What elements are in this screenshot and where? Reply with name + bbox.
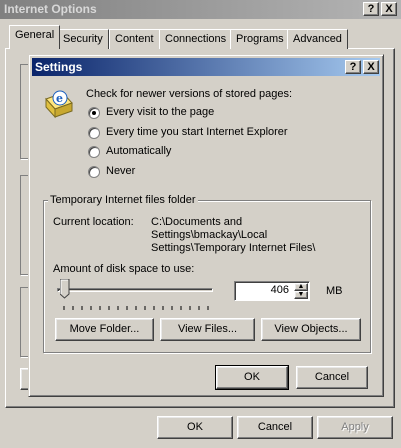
current-location-line-3: Settings\Temporary Internet Files\ [151,242,316,254]
move-folder-button[interactable]: Move Folder... [55,318,154,341]
ie-page-icon: e [43,89,75,119]
current-location-line-2: Settings\bmackay\Local [151,229,268,241]
tab-security[interactable]: Security [57,29,109,49]
settings-dialog: Settings ? X e Check for newer versions … [28,54,384,397]
settings-title: Settings [35,60,83,74]
spin-up-button[interactable]: ▲ [294,283,308,291]
spin-down-button[interactable]: ▼ [294,291,308,299]
outer-ok-button[interactable]: OK [157,416,233,439]
outer-cancel-button[interactable]: Cancel [237,416,313,439]
radio-every-visit-label: Every visit to the page [106,106,215,118]
svg-text:e: e [56,92,63,105]
settings-titlebar: Settings [32,58,380,76]
radio-every-start-label: Every time you start Internet Explorer [106,126,288,138]
current-location-label: Current location: [53,216,134,228]
internet-options-titlebar: Internet Options [0,0,401,19]
disk-space-slider-thumb[interactable] [59,278,70,299]
help-button[interactable]: ? [363,2,379,16]
tab-advanced[interactable]: Advanced [287,29,348,49]
radio-never-label: Never [106,165,136,177]
disk-space-slider-ticks [59,302,211,310]
close-button[interactable]: X [381,2,397,16]
settings-cancel-button[interactable]: Cancel [296,366,368,389]
window-title: Internet Options [4,2,97,16]
settings-close-button[interactable]: X [363,60,379,74]
disk-space-input[interactable]: 406 ▲ ▼ [234,281,310,301]
tab-connections[interactable]: Connections [159,29,233,49]
check-prompt: Check for newer versions of stored pages… [86,88,293,100]
tab-programs[interactable]: Programs [230,29,290,49]
temp-files-group-label: Temporary Internet files folder [48,194,198,206]
tab-content[interactable]: Content [109,29,160,49]
radio-every-start[interactable] [88,127,100,139]
apply-button: Apply [317,416,393,439]
radio-never[interactable] [88,166,100,178]
radio-automatically[interactable] [88,146,100,158]
current-location-line-1: C:\Documents and [151,216,243,228]
disk-space-unit: MB [326,285,343,297]
view-files-button[interactable]: View Files... [160,318,255,341]
disk-space-label: Amount of disk space to use: [53,263,195,275]
view-objects-button[interactable]: View Objects... [261,318,361,341]
radio-every-visit[interactable] [88,107,100,119]
settings-ok-button[interactable]: OK [215,365,289,390]
settings-help-button[interactable]: ? [345,60,361,74]
tab-general[interactable]: General [9,25,61,49]
disk-space-value: 406 [270,284,289,296]
disk-space-slider-track[interactable] [57,288,213,292]
radio-automatically-label: Automatically [106,145,172,157]
